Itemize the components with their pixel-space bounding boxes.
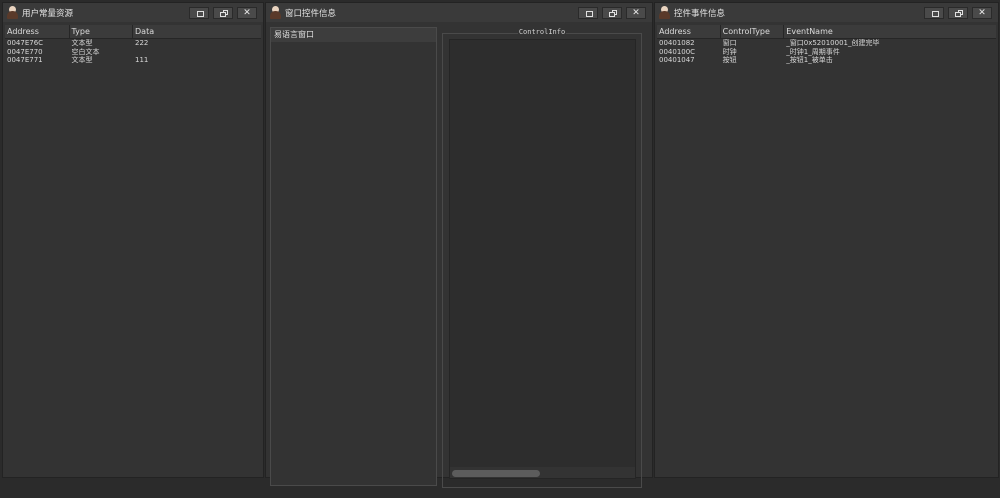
panel-title: 控件事件信息 [674, 8, 726, 19]
cell-address: 0047E76C [7, 39, 44, 47]
window-buttons: ✕ [924, 6, 992, 19]
user-constants-panel: 用户常量资源 ✕ Address Type Data 0047E76C 文本型 … [2, 2, 264, 478]
cell-data [133, 48, 261, 57]
group-title: ControlInfo [443, 28, 641, 36]
window-controls-panel: 窗口控件信息 ✕ 易语言窗口 ControlInfo [265, 2, 653, 488]
cell-event-name: _窗口0x52010001_创建完毕 [786, 39, 880, 47]
cell-event-name: _时钟1_周期事件 [786, 47, 840, 56]
cell-type: 文本型 [71, 56, 93, 64]
cell-address: 00401082 [659, 39, 695, 47]
table-row[interactable]: 0047E770 空白文本 [5, 48, 261, 57]
panel-titlebar[interactable]: 控件事件信息 ✕ [655, 3, 998, 22]
table-row[interactable]: 0047E76C 文本型 222 [5, 39, 261, 48]
app-avatar-icon [7, 6, 18, 19]
cell-address: 0040100C [659, 47, 696, 56]
cell-address: 00401047 [659, 56, 695, 64]
window-buttons: ✕ [578, 6, 646, 19]
app-avatar-icon [659, 6, 670, 19]
column-header-type[interactable]: Type [70, 25, 134, 38]
horizontal-scrollbar[interactable] [450, 467, 635, 478]
column-header-control-type[interactable]: ControlType [721, 25, 785, 38]
table-row[interactable]: 00401082 窗口 _窗口0x52010001_创建完毕 [657, 39, 996, 48]
control-info-box[interactable] [449, 39, 636, 479]
cell-address: 0047E771 [7, 56, 43, 64]
table-header: Address Type Data [5, 25, 261, 39]
column-header-address[interactable]: Address [5, 25, 70, 38]
restore-icon[interactable] [948, 6, 968, 19]
maximize-icon[interactable] [189, 6, 209, 19]
cell-control-type: 按钮 [722, 56, 737, 64]
panel-titlebar[interactable]: 窗口控件信息 ✕ [266, 3, 652, 22]
column-header-address[interactable]: Address [657, 25, 721, 38]
events-table[interactable]: Address ControlType EventName 00401082 窗… [657, 25, 996, 475]
table-row[interactable]: 00401047 按钮 _按钮1_被单击 [657, 56, 996, 65]
close-icon[interactable]: ✕ [626, 6, 646, 19]
cell-type: 文本型 [71, 39, 93, 47]
table-header: Address ControlType EventName [657, 25, 996, 39]
close-icon[interactable]: ✕ [237, 6, 257, 19]
scrollbar-thumb[interactable] [452, 470, 540, 477]
panel-title: 窗口控件信息 [285, 8, 337, 19]
window-buttons: ✕ [189, 6, 257, 19]
control-info-group: ControlInfo [442, 28, 642, 488]
panel-titlebar[interactable]: 用户常量资源 ✕ [3, 3, 263, 22]
group-title-text: ControlInfo [517, 28, 567, 36]
control-events-panel: 控件事件信息 ✕ Address ControlType EventName 0… [654, 2, 999, 478]
app-avatar-icon [270, 6, 281, 19]
control-tree[interactable]: 易语言窗口 [270, 27, 437, 486]
restore-icon[interactable] [602, 6, 622, 19]
panel-title: 用户常量资源 [22, 8, 74, 19]
close-icon[interactable]: ✕ [972, 6, 992, 19]
cell-address: 0047E770 [7, 47, 43, 56]
column-header-data[interactable]: Data [133, 25, 261, 38]
column-header-event-name[interactable]: EventName [784, 25, 996, 38]
cell-control-type: 窗口 [722, 39, 737, 47]
maximize-icon[interactable] [924, 6, 944, 19]
table-row[interactable]: 0047E771 文本型 111 [5, 56, 261, 65]
table-row[interactable]: 0040100C 时钟 _时钟1_周期事件 [657, 48, 996, 57]
tree-item-window[interactable]: 易语言窗口 [271, 28, 436, 42]
cell-type: 空白文本 [71, 47, 100, 56]
cell-data: 222 [135, 39, 149, 47]
maximize-icon[interactable] [578, 6, 598, 19]
cell-control-type: 时钟 [722, 47, 737, 56]
cell-event-name: _按钮1_被单击 [786, 56, 833, 64]
constants-table[interactable]: Address Type Data 0047E76C 文本型 222 0047E… [5, 25, 261, 475]
cell-data: 111 [135, 56, 149, 64]
restore-icon[interactable] [213, 6, 233, 19]
